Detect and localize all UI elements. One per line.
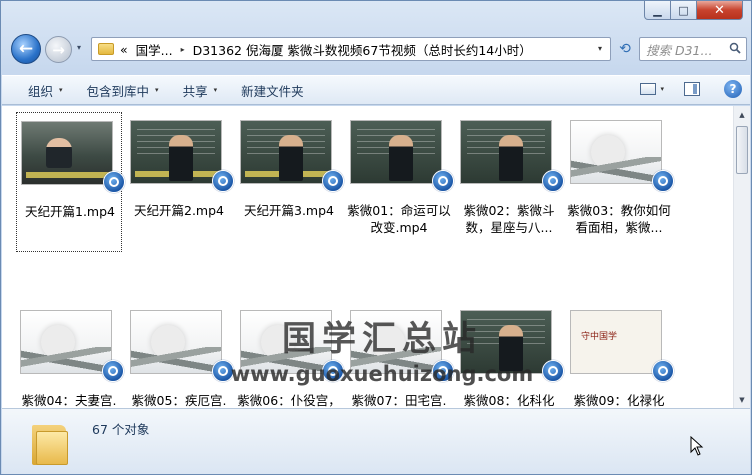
thumbnail-subtitle-strip <box>245 171 329 177</box>
media-player-icon <box>542 360 564 382</box>
file-name-label: 紫微07：田宅宫.mp4 <box>351 393 447 408</box>
file-name-label: 紫微03：教你如何看面相，紫微... <box>567 203 671 235</box>
media-player-icon <box>542 170 564 192</box>
breadcrumb-separator[interactable]: ▸ <box>181 45 185 54</box>
file-list-view[interactable]: 天纪开篇1.mp4 天纪开篇2.mp4 天纪开篇3.mp4 紫微01：命运可以改变.m… <box>2 106 750 408</box>
item-count: 67 个对象 <box>92 422 150 437</box>
file-item[interactable]: 紫微05：疾厄宫.mp4 <box>126 302 234 408</box>
media-player-icon <box>432 170 454 192</box>
file-item[interactable]: 天纪开篇1.mp4 <box>16 112 125 252</box>
scroll-down-button[interactable]: ▼ <box>734 391 750 408</box>
file-item[interactable]: 天纪开篇2.mp4 <box>126 112 234 252</box>
file-item[interactable]: 紫微03：教你如何看面相，紫微... <box>566 112 674 252</box>
close-button[interactable]: ✕ <box>697 1 743 20</box>
video-thumbnail <box>240 120 332 184</box>
video-thumbnail <box>460 120 552 184</box>
explorer-window: ▁ □ ✕ ← → ▾ « 国学... ▸ D31362 倪海厦 紫微斗数视频6… <box>0 0 752 475</box>
file-item[interactable]: 天纪开篇3.mp4 <box>236 112 344 252</box>
video-thumbnail <box>240 310 332 374</box>
file-name-label: 天纪开篇3.mp4 <box>244 203 334 218</box>
video-thumbnail: 守中国学 <box>570 310 662 374</box>
vertical-scrollbar[interactable]: ▲ ▼ <box>733 106 750 408</box>
include-in-library-label: 包含到库中 <box>86 83 150 99</box>
video-thumbnail <box>460 310 552 374</box>
share-menu[interactable]: 共享 ▾ <box>171 81 230 100</box>
media-player-icon <box>212 360 234 382</box>
media-player-icon <box>322 170 344 192</box>
chevron-down-icon: ▾ <box>155 86 159 94</box>
toolbar-right-controls: ▾ ? <box>640 80 742 98</box>
include-in-library-menu[interactable]: 包含到库中 ▾ <box>75 81 171 100</box>
video-thumbnail <box>350 120 442 184</box>
minimize-button[interactable]: ▁ <box>644 1 671 20</box>
search-placeholder: 搜索 D31... <box>646 42 713 58</box>
file-name-label: 紫微06：仆役宫，怎么识别... <box>237 393 341 408</box>
chevron-down-icon: ▾ <box>213 86 218 94</box>
search-input[interactable]: 搜索 D31... <box>639 37 747 61</box>
file-name-label: 天纪开篇1.mp4 <box>25 204 115 219</box>
breadcrumb-item-current[interactable]: D31362 倪海厦 紫微斗数视频67节视频（总时长约14小时） <box>193 40 532 59</box>
navigation-bar: ← → ▾ « 国学... ▸ D31362 倪海厦 紫微斗数视频67节视频（总… <box>7 31 747 67</box>
file-name-label: 紫微05：疾厄宫.mp4 <box>131 393 227 408</box>
file-item[interactable]: 紫微01：命运可以改变.mp4 <box>346 112 454 252</box>
thumbnail-subtitle-strip <box>26 172 110 178</box>
organize-menu[interactable]: 组织 ▾ <box>16 81 75 100</box>
breadcrumb-item-parent[interactable]: 国学... <box>136 40 173 59</box>
file-item[interactable]: 紫微04：夫妻宫.mp4 <box>16 302 124 408</box>
search-icon <box>729 42 741 54</box>
video-thumbnail <box>130 310 222 374</box>
folder-icon <box>98 43 114 55</box>
scroll-up-button[interactable]: ▲ <box>734 106 750 123</box>
file-name-label: 紫微04：夫妻宫.mp4 <box>21 393 117 408</box>
media-player-icon <box>432 360 454 382</box>
file-item[interactable]: 紫微08：化科化权.mp4 <box>456 302 564 408</box>
video-thumbnail <box>130 120 222 184</box>
video-thumbnail <box>350 310 442 374</box>
help-icon[interactable]: ? <box>724 80 742 98</box>
video-thumbnail <box>20 310 112 374</box>
status-bar: 67 个对象 <box>2 408 750 474</box>
view-options-dropdown[interactable]: ▾ <box>660 85 664 93</box>
media-player-icon <box>652 360 674 382</box>
file-name-label: 紫微02：紫微斗数，星座与八... <box>463 203 555 235</box>
media-player-icon <box>102 360 124 382</box>
address-dropdown-icon[interactable]: ▾ <box>598 44 602 53</box>
change-view-icon[interactable] <box>640 83 657 95</box>
mouse-cursor-icon <box>690 436 704 456</box>
organize-label: 组织 <box>28 83 54 99</box>
file-name-label: 紫微01：命运可以改变.mp4 <box>347 203 451 235</box>
folder-icon <box>30 419 70 465</box>
breadcrumb-overflow[interactable]: « <box>120 42 128 57</box>
scrollbar-thumb[interactable] <box>736 126 748 174</box>
file-item[interactable]: 紫微02：紫微斗数，星座与八... <box>456 112 564 252</box>
file-item[interactable]: 紫微07：田宅宫.mp4 <box>346 302 454 408</box>
share-label: 共享 <box>182 83 208 99</box>
video-thumbnail <box>570 120 662 184</box>
file-name-label: 紫微08：化科化权.mp4 <box>463 393 555 408</box>
address-bar[interactable]: « 国学... ▸ D31362 倪海厦 紫微斗数视频67节视频（总时长约14小… <box>91 37 611 61</box>
media-player-icon <box>103 171 125 193</box>
preview-pane-icon[interactable] <box>684 82 700 96</box>
maximize-button[interactable]: □ <box>671 1 697 20</box>
new-folder-button[interactable]: 新建文件夹 <box>229 81 316 100</box>
video-thumbnail <box>21 121 113 185</box>
refresh-button[interactable]: ⟲ <box>613 37 637 61</box>
thumbnail-subtitle-strip <box>135 171 219 177</box>
new-folder-label: 新建文件夹 <box>241 83 304 99</box>
media-player-icon <box>212 170 234 192</box>
media-player-icon <box>322 360 344 382</box>
file-item[interactable]: 守中国学紫微09：化禄化权.mp4 <box>566 302 674 408</box>
file-name-label: 紫微09：化禄化权.mp4 <box>573 393 665 408</box>
back-button[interactable]: ← <box>11 34 41 64</box>
command-toolbar: 组织 ▾ 包含到库中 ▾ 共享 ▾ 新建文件夹 ▾ ? <box>2 75 750 105</box>
chevron-down-icon: ▾ <box>59 86 63 94</box>
file-item[interactable]: 紫微06：仆役宫，怎么识别... <box>236 302 344 408</box>
thumbnail-title-text: 守中国学 <box>581 332 618 342</box>
caption-buttons: ▁ □ ✕ <box>644 1 743 21</box>
forward-button[interactable]: → <box>45 36 72 63</box>
media-player-icon <box>652 170 674 192</box>
file-name-label: 天纪开篇2.mp4 <box>134 203 224 218</box>
recent-pages-dropdown[interactable]: ▾ <box>77 43 81 52</box>
